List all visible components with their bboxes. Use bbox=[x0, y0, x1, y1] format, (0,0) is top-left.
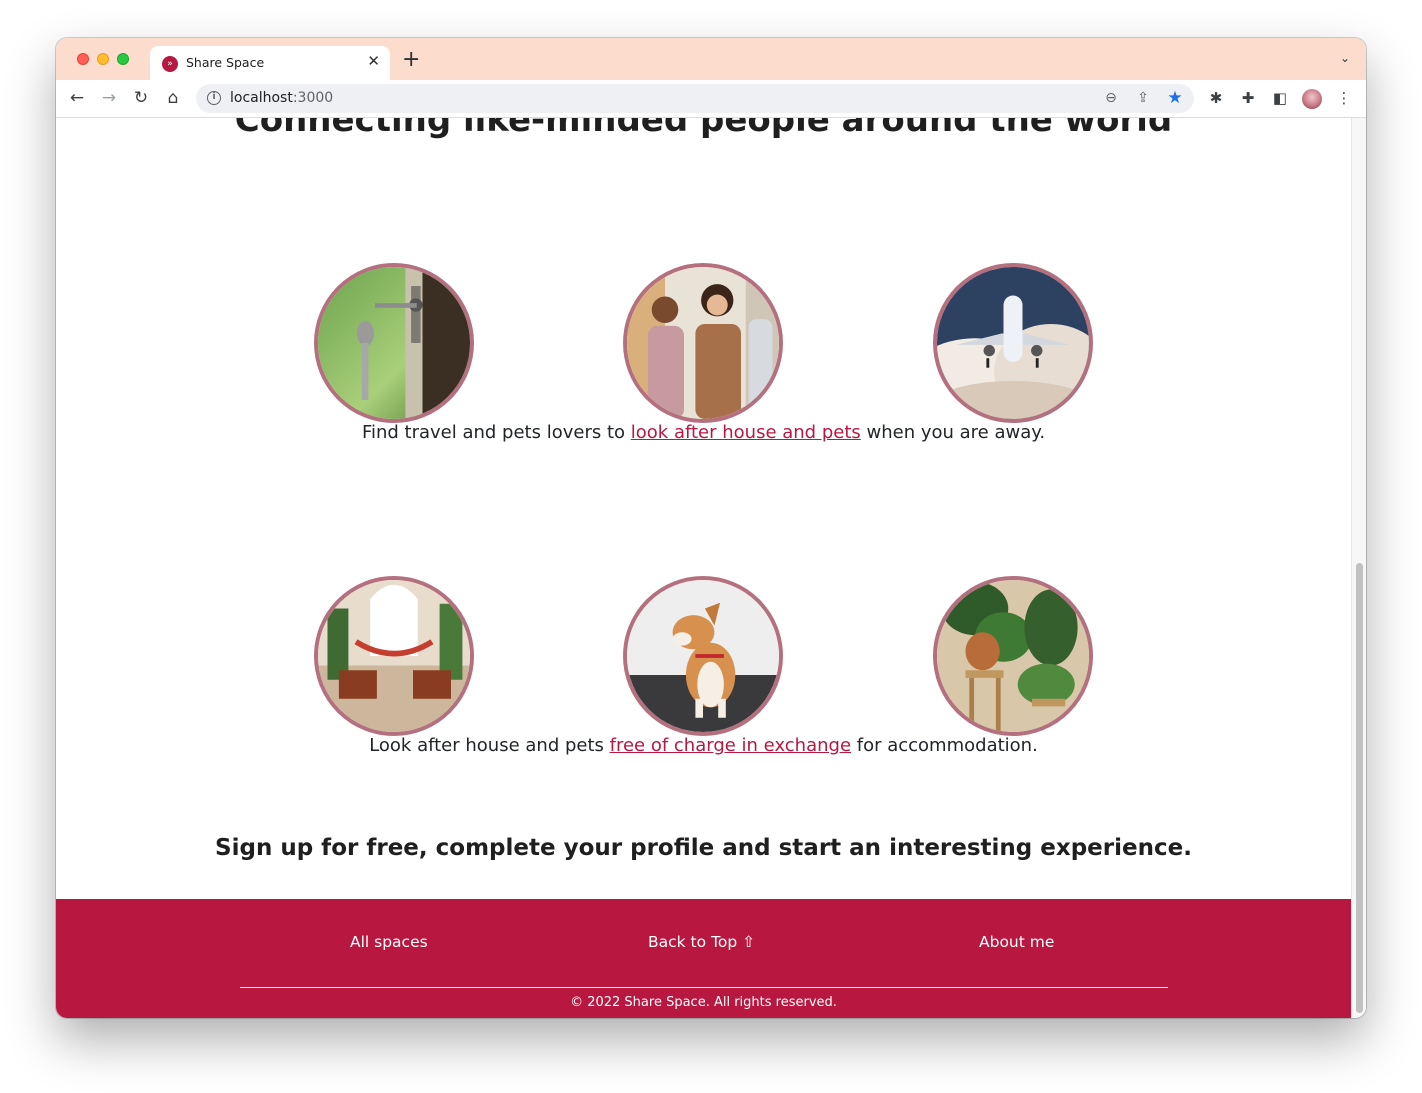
browser-titlebar: » Share Space ✕ + ⌄ bbox=[56, 38, 1366, 80]
caption1-text-before: Find travel and pets lovers to bbox=[361, 422, 631, 443]
footer-about-me-link[interactable]: About me bbox=[979, 933, 1054, 951]
page-viewport: Connecting like-minded people around the… bbox=[56, 118, 1351, 1018]
tab-close-icon[interactable]: ✕ bbox=[367, 52, 380, 70]
site-info-icon[interactable]: i bbox=[207, 91, 221, 105]
people-meeting-image bbox=[623, 263, 783, 423]
zoom-icon[interactable]: ⊖ bbox=[1101, 88, 1121, 108]
caption2-text-before: Look after house and pets bbox=[369, 735, 610, 756]
site-footer: All spaces Back to Top ⇧ About me © 2022… bbox=[56, 899, 1351, 1018]
airplane-image bbox=[933, 263, 1093, 423]
url-port: :3000 bbox=[292, 90, 334, 106]
footer-all-spaces-link[interactable]: All spaces bbox=[350, 933, 428, 951]
look-after-house-link[interactable]: look after house and pets bbox=[631, 422, 861, 443]
free-of-charge-link[interactable]: free of charge in exchange bbox=[610, 735, 851, 756]
tab-title: Share Space bbox=[186, 55, 265, 70]
window-maximize-button[interactable] bbox=[117, 53, 129, 65]
signup-message: Sign up for free, complete your profile … bbox=[215, 835, 1192, 861]
caption2-text-after: for accommodation. bbox=[851, 735, 1038, 756]
url-text[interactable]: localhost:3000 bbox=[230, 90, 333, 106]
address-bar[interactable]: i localhost:3000 ⊖ ⇪ ★ bbox=[196, 84, 1194, 113]
share-space-favicon-icon: » bbox=[162, 56, 178, 72]
scrollbar-thumb[interactable] bbox=[1356, 563, 1363, 1013]
footer-divider bbox=[240, 987, 1168, 988]
forward-arrow-icon[interactable]: → bbox=[98, 87, 120, 109]
window-minimize-button[interactable] bbox=[97, 53, 109, 65]
url-host: localhost bbox=[230, 90, 293, 106]
house-plants-image bbox=[933, 576, 1093, 736]
side-panel-icon[interactable]: ◧ bbox=[1270, 88, 1290, 108]
bookmark-star-icon[interactable]: ★ bbox=[1165, 88, 1185, 108]
caption-find-travel: Find travel and pets lovers to look afte… bbox=[56, 422, 1351, 443]
reload-icon[interactable]: ↻ bbox=[130, 87, 152, 109]
new-tab-icon[interactable]: + bbox=[402, 49, 420, 71]
tab-list-chevron-icon[interactable]: ⌄ bbox=[1340, 51, 1350, 65]
page-heading: Connecting like-minded people around the… bbox=[234, 118, 1173, 140]
footer-back-to-top-link[interactable]: Back to Top ⇧ bbox=[648, 933, 755, 951]
page-scrollbar[interactable] bbox=[1351, 118, 1366, 1018]
living-room-image bbox=[314, 576, 474, 736]
browser-toolbar: ← → ↻ ⌂ i localhost:3000 ⊖ ⇪ ★ ✱ ✚ ◧ ⋮ bbox=[56, 80, 1366, 118]
browser-tab[interactable]: » Share Space ✕ bbox=[150, 46, 390, 80]
house-key-image bbox=[314, 263, 474, 423]
share-icon[interactable]: ⇪ bbox=[1133, 88, 1153, 108]
footer-copyright: © 2022 Share Space. All rights reserved. bbox=[570, 995, 837, 1010]
browser-window: » Share Space ✕ + ⌄ ← → ↻ ⌂ i localhost:… bbox=[56, 38, 1366, 1018]
profile-avatar[interactable] bbox=[1302, 89, 1322, 109]
window-close-button[interactable] bbox=[77, 53, 89, 65]
chrome-menu-icon[interactable]: ⋮ bbox=[1334, 88, 1354, 108]
back-arrow-icon[interactable]: ← bbox=[66, 87, 88, 109]
caption1-text-after: when you are away. bbox=[860, 422, 1046, 443]
extensions-puzzle-icon[interactable]: ✚ bbox=[1238, 88, 1258, 108]
home-icon[interactable]: ⌂ bbox=[162, 87, 184, 109]
bug-extension-icon[interactable]: ✱ bbox=[1206, 88, 1226, 108]
caption-look-after: Look after house and pets free of charge… bbox=[56, 735, 1351, 756]
corgi-dog-image bbox=[623, 576, 783, 736]
